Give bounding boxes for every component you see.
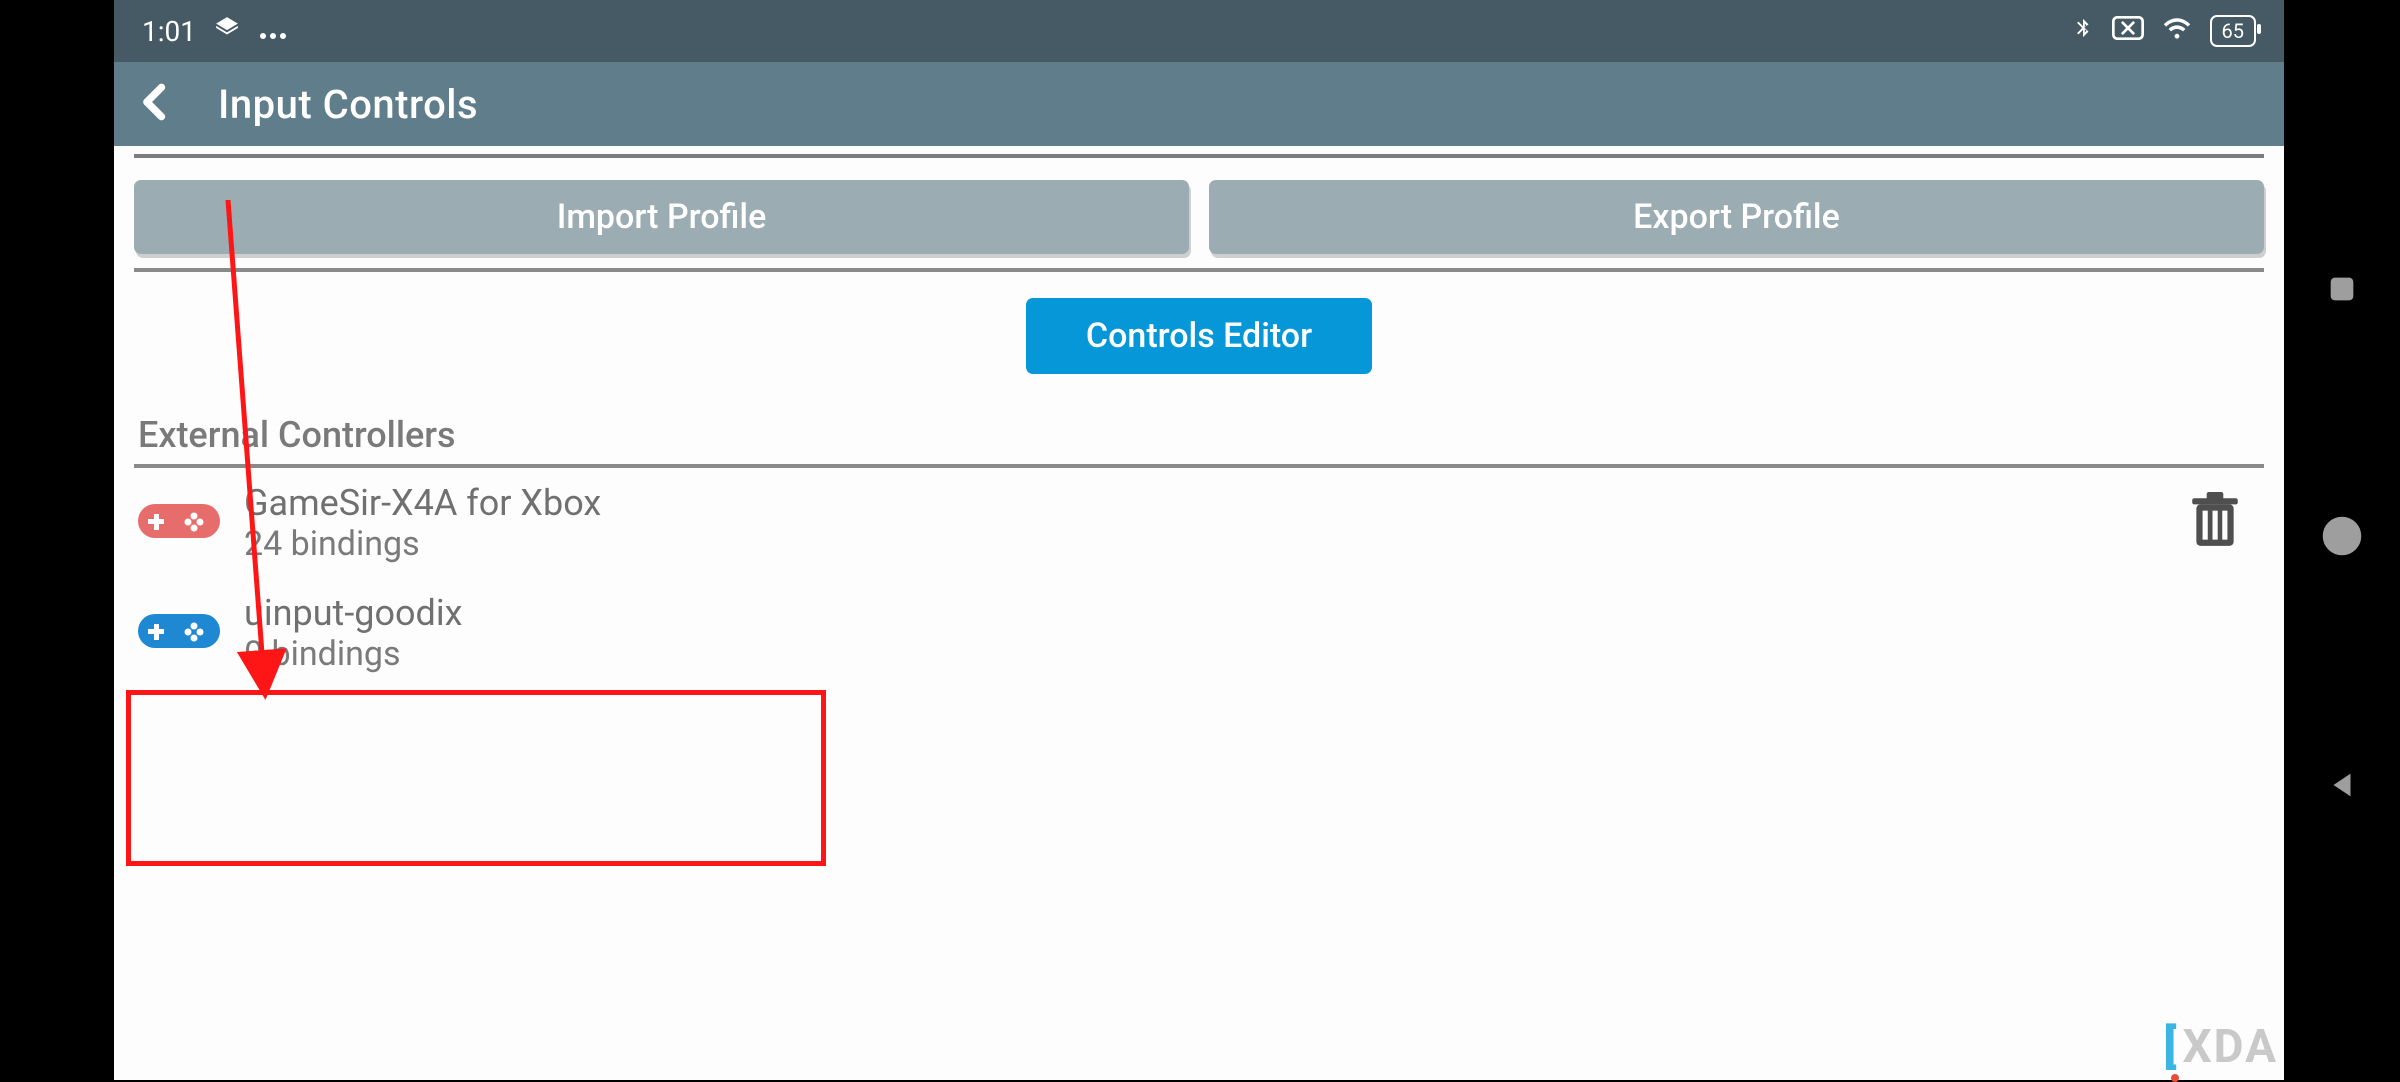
layers-icon (214, 15, 240, 48)
nav-recent-icon[interactable] (2325, 272, 2359, 310)
wifi-icon (2162, 15, 2192, 48)
controller-item[interactable]: uinput-goodix 0 bindings (134, 578, 2264, 688)
export-profile-button[interactable]: Export Profile (1209, 180, 2264, 254)
status-time: 1:01 (142, 15, 196, 48)
bluetooth-icon (2072, 13, 2094, 50)
more-icon (258, 15, 288, 48)
annotation-highlight (126, 690, 826, 866)
title-bar: Input Controls (114, 62, 2284, 146)
page-title: Input Controls (218, 81, 478, 128)
watermark: [XDA (2163, 1020, 2278, 1074)
controller-item[interactable]: GameSir-X4A for Xbox 24 bindings (134, 468, 2264, 578)
controller-bindings: 24 bindings (244, 524, 601, 564)
back-button[interactable] (134, 80, 178, 128)
controller-name: uinput-goodix (244, 592, 462, 634)
status-bar: 1:01 65 (114, 0, 2284, 62)
controller-bindings: 0 bindings (244, 634, 462, 674)
nav-home-icon[interactable] (2320, 514, 2364, 562)
delete-icon[interactable] (2190, 492, 2240, 554)
cast-icon (2112, 15, 2144, 48)
section-external-controllers: External Controllers (134, 414, 2264, 464)
controller-name: GameSir-X4A for Xbox (244, 482, 601, 524)
gamepad-icon (138, 498, 220, 548)
gamepad-icon (138, 608, 220, 658)
battery-icon: 65 (2210, 15, 2256, 47)
controls-editor-button[interactable]: Controls Editor (1026, 298, 1372, 374)
system-nav-rail (2284, 0, 2400, 1080)
import-profile-button[interactable]: Import Profile (134, 180, 1189, 254)
nav-back-icon[interactable] (2325, 766, 2359, 808)
